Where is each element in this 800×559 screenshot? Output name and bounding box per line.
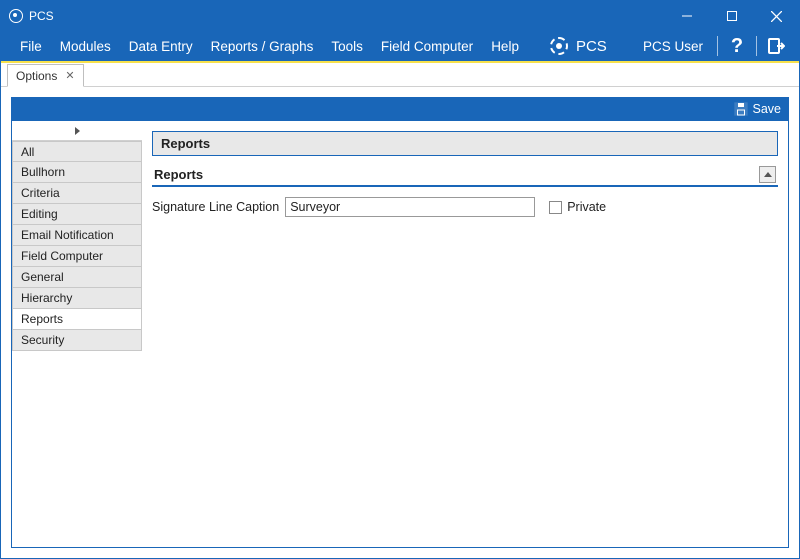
menu-reports-graphs[interactable]: Reports / Graphs [202, 31, 323, 61]
signature-input[interactable] [285, 197, 535, 217]
menu-help[interactable]: Help [482, 31, 528, 61]
tab-label: Options [16, 69, 57, 83]
sidebar-item-criteria[interactable]: Criteria [12, 183, 142, 204]
menu-data-entry[interactable]: Data Entry [120, 31, 202, 61]
private-checkbox-wrap[interactable]: Private [549, 200, 606, 214]
sidebar: AllBullhornCriteriaEditingEmail Notifica… [12, 121, 142, 547]
sidebar-item-all[interactable]: All [12, 141, 142, 162]
panel-subtitle: Reports [154, 167, 203, 182]
private-checkbox[interactable] [549, 201, 562, 214]
tab-options[interactable]: Options ✕ [7, 64, 84, 87]
menu-field-computer[interactable]: Field Computer [372, 31, 482, 61]
maximize-button[interactable] [709, 1, 754, 31]
content-toolbar: Save [11, 97, 789, 121]
sidebar-item-reports[interactable]: Reports [12, 309, 142, 330]
brand-label: PCS [576, 38, 607, 55]
tab-strip: Options ✕ [1, 63, 799, 87]
user-label[interactable]: PCS User [633, 39, 713, 54]
sidebar-item-bullhorn[interactable]: Bullhorn [12, 162, 142, 183]
divider [756, 36, 757, 56]
app-window: PCS File Modules Data Entry Reports / Gr… [0, 0, 800, 559]
brand-icon [550, 37, 568, 55]
private-label: Private [567, 200, 606, 214]
main-body: AllBullhornCriteriaEditingEmail Notifica… [11, 121, 789, 548]
sidebar-list: AllBullhornCriteriaEditingEmail Notifica… [12, 141, 142, 351]
sidebar-item-email-notification[interactable]: Email Notification [12, 225, 142, 246]
sidebar-item-security[interactable]: Security [12, 330, 142, 351]
sidebar-item-hierarchy[interactable]: Hierarchy [12, 288, 142, 309]
tab-close-icon[interactable]: ✕ [65, 69, 74, 82]
window-title: PCS [29, 9, 54, 23]
sidebar-item-editing[interactable]: Editing [12, 204, 142, 225]
help-icon-button[interactable]: ? [722, 31, 752, 61]
minimize-button[interactable] [664, 1, 709, 31]
settings-panel: Reports Reports Signature Line Caption P… [142, 121, 788, 547]
close-button[interactable] [754, 1, 799, 31]
signature-row: Signature Line Caption Private [152, 197, 778, 217]
chevron-up-icon [764, 171, 772, 179]
brand-button[interactable]: PCS [540, 37, 617, 55]
scroll-up-button[interactable] [759, 166, 776, 183]
svg-text:?: ? [731, 36, 743, 56]
app-icon [9, 9, 23, 23]
panel-title: Reports [152, 131, 778, 156]
menu-bar: File Modules Data Entry Reports / Graphs… [1, 31, 799, 63]
sidebar-item-general[interactable]: General [12, 267, 142, 288]
signature-label: Signature Line Caption [152, 200, 279, 214]
save-icon [734, 102, 748, 116]
sidebar-item-field-computer[interactable]: Field Computer [12, 246, 142, 267]
menu-tools[interactable]: Tools [322, 31, 372, 61]
save-button[interactable]: Save [734, 102, 782, 116]
divider [717, 36, 718, 56]
chevron-right-icon [73, 127, 81, 135]
content-area: Save AllBullhornCriteriaEditingEmail Not… [1, 87, 799, 558]
panel-subtitle-row: Reports [152, 166, 778, 187]
sidebar-expand-toggle[interactable] [12, 121, 142, 141]
save-label: Save [753, 102, 782, 116]
logout-icon-button[interactable] [761, 31, 791, 61]
menu-modules[interactable]: Modules [51, 31, 120, 61]
menu-file[interactable]: File [11, 31, 51, 61]
title-bar: PCS [1, 1, 799, 31]
